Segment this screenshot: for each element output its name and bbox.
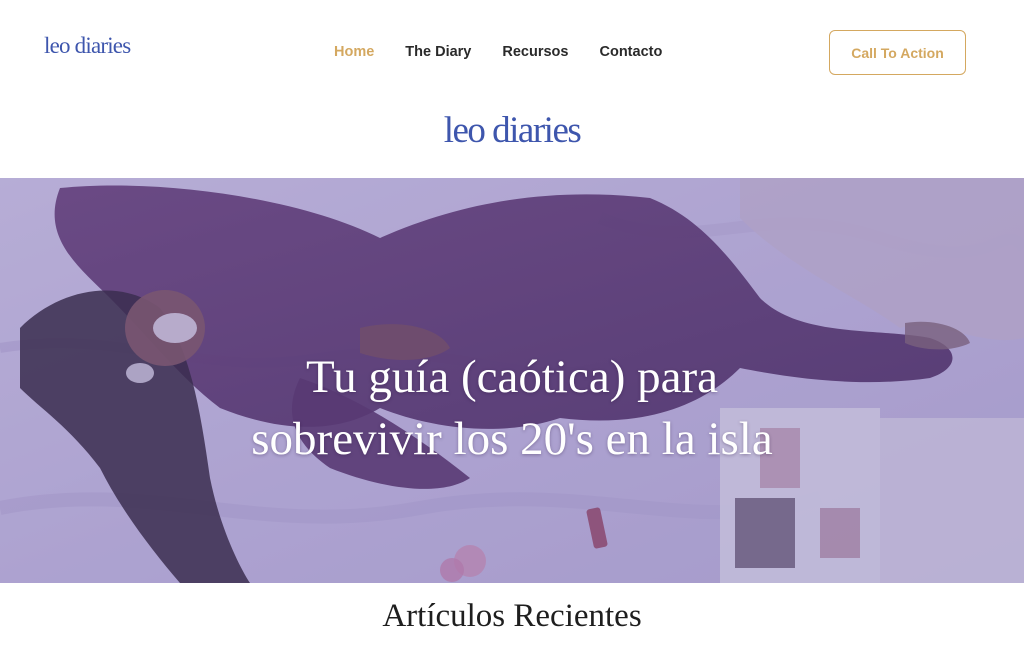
nav-item-recursos[interactable]: Recursos — [502, 43, 568, 61]
nav-item-the-diary[interactable]: The Diary — [405, 43, 471, 61]
site-header: leo diaries Home The Diary Recursos Cont… — [0, 0, 1024, 100]
nav-item-home[interactable]: Home — [334, 43, 374, 61]
hero-title: Tu guía (caótica) para sobrevivir los 20… — [0, 346, 1024, 470]
hero-title-line-2: sobrevivir los 20's en la isla — [251, 413, 773, 465]
hero-banner: Tu guía (caótica) para sobrevivir los 20… — [0, 178, 1024, 583]
nav-item-contacto[interactable]: Contacto — [599, 43, 662, 61]
brand-logo-large: leo diaries — [0, 112, 1024, 149]
site-logo[interactable]: leo diaries — [44, 34, 131, 57]
call-to-action-button[interactable]: Call To Action — [829, 30, 966, 75]
main-nav: Home The Diary Recursos Contacto — [334, 43, 662, 61]
recent-articles-heading: Artículos Recientes — [382, 598, 642, 634]
brand-logo-text: leo diaries — [443, 110, 582, 151]
hero-title-line-1: Tu guía (caótica) para — [306, 351, 718, 403]
